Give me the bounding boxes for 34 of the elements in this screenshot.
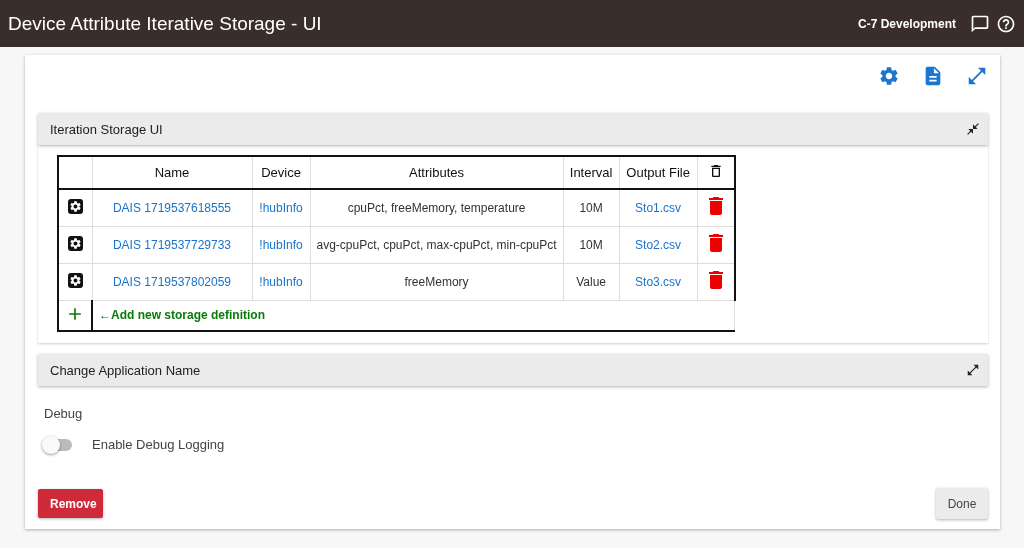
done-button[interactable]: Done xyxy=(936,488,988,519)
debug-toggle[interactable] xyxy=(44,438,72,451)
remove-button[interactable]: Remove xyxy=(38,489,103,518)
debug-heading: Debug xyxy=(43,405,84,423)
expand-icon[interactable] xyxy=(966,363,980,377)
table-cell: cpuPct, freeMemory, temperature xyxy=(310,189,564,226)
section-title: Iteration Storage UI xyxy=(50,121,163,137)
gear-icon[interactable] xyxy=(67,273,83,288)
toggle-label: Enable Debug Logging xyxy=(92,437,225,452)
device-link[interactable]: !hubInfo xyxy=(259,200,303,215)
table-cell: 10M xyxy=(563,226,620,263)
add-link[interactable]: ←Add new storage definition xyxy=(99,308,265,323)
file-link[interactable]: Sto2.csv xyxy=(635,237,682,252)
device-link[interactable]: !hubInfo xyxy=(259,237,303,252)
section-header[interactable]: Iteration Storage UI xyxy=(38,113,988,145)
table-cell: avg-cpuPct, cpuPct, max-cpuPct, min-cpuPct xyxy=(310,226,564,263)
table-cell: freeMemory xyxy=(310,263,564,300)
name-link[interactable]: DAIS 1719537618555 xyxy=(112,200,232,215)
name-link[interactable]: DAIS 1719537802059 xyxy=(112,274,232,289)
app-title: Device Attribute Iterative Storage - UI xyxy=(8,12,323,35)
file-link[interactable]: Sto1.csv xyxy=(635,200,682,215)
help-icon[interactable] xyxy=(996,13,1016,34)
name-link[interactable]: DAIS 1719537729733 xyxy=(112,237,232,252)
chat-icon[interactable] xyxy=(970,13,990,34)
table-cell: 10M xyxy=(563,189,620,226)
gear-icon[interactable] xyxy=(67,199,83,215)
section-title: Change Application Name xyxy=(50,362,201,378)
section-header[interactable]: Change Application Name xyxy=(38,354,988,386)
hub-name: C-7 Development xyxy=(857,16,956,31)
gear-icon[interactable] xyxy=(67,236,83,251)
table-cell: Value xyxy=(563,263,620,300)
collapse-icon[interactable] xyxy=(966,122,980,136)
file-link[interactable]: Sto3.csv xyxy=(635,274,682,289)
device-link[interactable]: !hubInfo xyxy=(259,274,303,289)
